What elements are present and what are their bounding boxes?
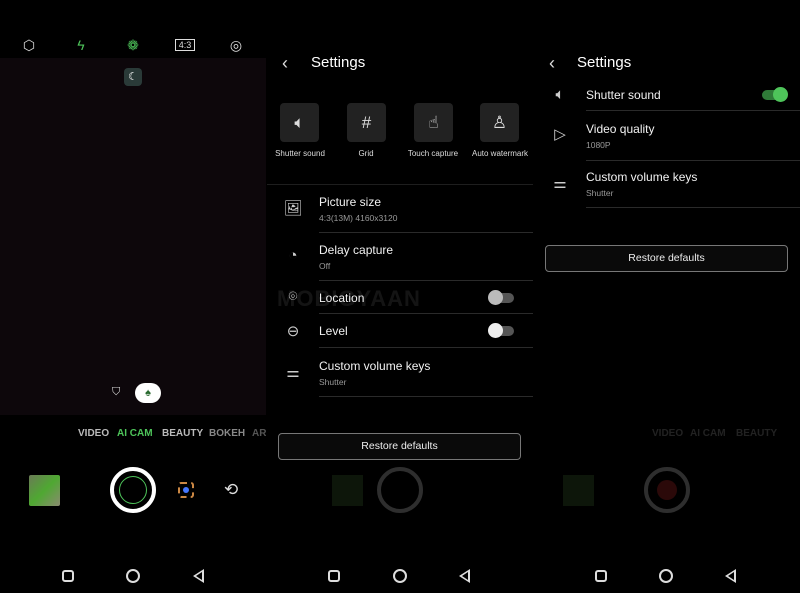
mode-bokeh[interactable]: BOKEH	[209, 428, 245, 439]
macro-icon[interactable]: ⛉	[112, 386, 120, 399]
flash-auto-icon[interactable]: ϟ	[72, 36, 90, 54]
back-arrow-icon[interactable]: ‹	[282, 53, 288, 74]
mode-ai-cam: AI CAM	[690, 428, 726, 439]
recents-button[interactable]	[62, 570, 74, 582]
restore-defaults-button[interactable]: Restore defaults	[278, 433, 521, 460]
tile-label: Touch capture	[407, 149, 459, 158]
back-button[interactable]	[193, 569, 204, 583]
back-button[interactable]	[725, 569, 736, 583]
row-title: Custom volume keys	[319, 359, 431, 373]
auto-watermark-tile[interactable]: ♙	[480, 103, 519, 142]
ai-scene-icon[interactable]: ❁	[124, 36, 142, 54]
night-mode-icon[interactable]: ☾	[124, 68, 142, 86]
row-title: Level	[319, 324, 348, 338]
row-title: Shutter sound	[586, 88, 661, 102]
recents-button[interactable]	[595, 570, 607, 582]
mode-video: VIDEO	[652, 428, 684, 439]
row-value: 4:3(13M) 4160x3120	[319, 213, 398, 223]
image-icon: 🖼︎	[283, 200, 303, 217]
touch-capture-tile[interactable]: ☝︎	[414, 103, 453, 142]
ai-leaf-icon[interactable]: ♠	[135, 383, 161, 403]
switch-camera-icon[interactable]: ⟲	[224, 480, 238, 500]
sliders-icon: ⚌	[286, 364, 300, 381]
row-value: Shutter	[586, 188, 614, 198]
mode-beauty[interactable]: BEAUTY	[162, 428, 203, 439]
shutter-button[interactable]	[110, 467, 156, 513]
back-arrow-icon[interactable]: ‹	[549, 53, 555, 74]
row-title: Picture size	[319, 195, 382, 209]
settings-icon[interactable]: ⬡	[20, 36, 38, 54]
home-button[interactable]	[393, 569, 407, 583]
row-title: Custom volume keys	[586, 170, 698, 184]
home-button[interactable]	[659, 569, 673, 583]
row-title: Video quality	[586, 122, 655, 136]
tile-label: Shutter sound	[275, 149, 325, 158]
watermark-text: MOBIGYAAN	[277, 286, 421, 311]
settings-panel-1: ‹ Settings 🔈︎ # ☝︎ ♙ Shutter sound Grid …	[267, 0, 533, 593]
page-title: Settings	[577, 54, 632, 71]
mode-video[interactable]: VIDEO	[78, 428, 109, 439]
row-value: Shutter	[319, 377, 347, 387]
gallery-thumbnail[interactable]	[29, 475, 60, 506]
restore-defaults-button[interactable]: Restore defaults	[545, 245, 788, 272]
back-button[interactable]	[459, 569, 470, 583]
filter-icon[interactable]: ◎	[227, 36, 245, 54]
shutter-sound-toggle[interactable]	[762, 87, 788, 102]
row-value: 1080P	[586, 140, 611, 150]
sliders-icon: ⚌	[553, 175, 567, 192]
timer-icon: ◔	[288, 247, 298, 264]
settings-panel-2: VIDEO AI CAM BEAUTY ‹ Settings 🔈︎ Shutte…	[534, 0, 800, 593]
recents-button[interactable]	[328, 570, 340, 582]
mode-ai-cam[interactable]: AI CAM	[117, 428, 153, 439]
speaker-icon: 🔈︎	[555, 86, 565, 103]
shutter-sound-tile[interactable]: 🔈︎	[280, 103, 319, 142]
row-value: Off	[319, 261, 331, 271]
play-circle-icon: ▷	[554, 126, 566, 143]
camera-panel: ⬡ ϟ ❁ 4:3 ◎ ☾ ⛉ ♠ VIDEO AI CAM BEAUTY BO…	[0, 0, 266, 593]
level-toggle[interactable]	[488, 323, 514, 338]
page-title: Settings	[311, 54, 366, 71]
aspect-ratio-icon[interactable]: 4:3	[175, 39, 195, 51]
google-lens-icon[interactable]	[178, 482, 194, 498]
tile-label: Auto watermark	[471, 149, 529, 158]
grid-tile[interactable]: #	[347, 103, 386, 142]
viewfinder[interactable]	[0, 58, 266, 415]
location-toggle[interactable]	[488, 290, 514, 305]
level-icon: ⊖	[286, 323, 300, 340]
row-title: Delay capture	[319, 243, 394, 257]
mode-beauty: BEAUTY	[736, 428, 778, 439]
home-button[interactable]	[126, 569, 140, 583]
mode-ar[interactable]: AR	[252, 428, 266, 439]
tile-label: Grid	[358, 149, 374, 158]
